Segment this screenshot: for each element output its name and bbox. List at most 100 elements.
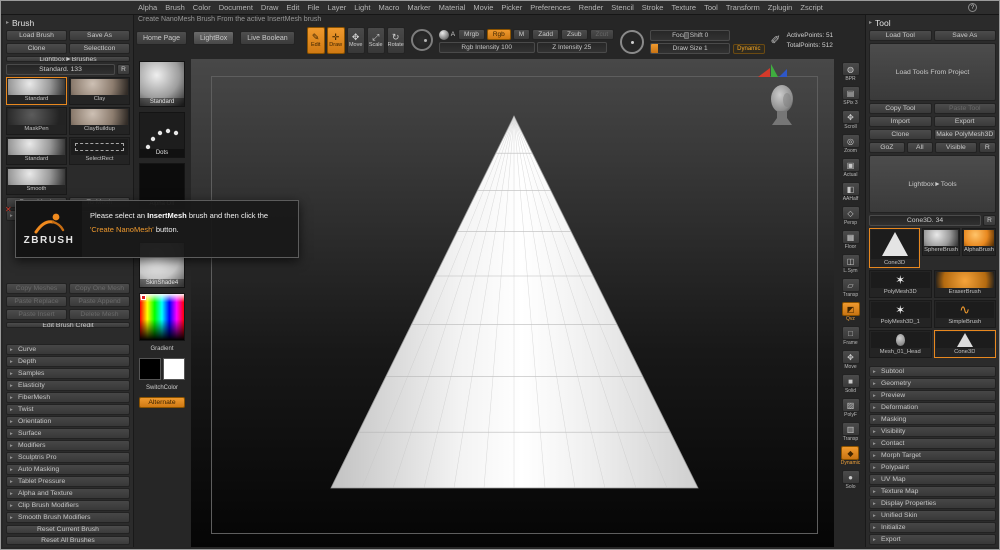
menu-item[interactable]: Movie (473, 3, 493, 12)
stylus-pressure-icon[interactable]: ✐ (771, 33, 781, 47)
export-button[interactable]: Export (934, 116, 997, 127)
tool-thumbnail[interactable]: AlphaBrush (962, 228, 996, 256)
tool-panel-title[interactable]: ▸ Tool (869, 17, 996, 28)
brush-section-header[interactable]: Alpha and Texture (6, 488, 130, 499)
live-boolean-button[interactable]: Live Boolean (240, 31, 294, 45)
brush-section-header[interactable]: Auto Masking (6, 464, 130, 475)
mesh-button[interactable]: Delete Mesh (69, 309, 130, 320)
head-preview[interactable] (762, 83, 802, 131)
shelf-move-button[interactable]: ✥Move (842, 350, 860, 370)
brush-section-header[interactable]: Tablet Pressure (6, 476, 130, 487)
menu-item[interactable]: Light (354, 3, 370, 12)
menu-item[interactable]: Color (193, 3, 211, 12)
tool-thumbnail[interactable]: ✶PolyMesh3D_1 (869, 300, 932, 328)
brush-select-slider[interactable]: Standard. 133 (6, 64, 115, 75)
brush-thumbnail[interactable]: Standard (6, 137, 67, 165)
axis-gizmo-icon[interactable] (758, 64, 788, 79)
tool-section-header[interactable]: Contact (869, 438, 996, 449)
shelf-solid-button[interactable]: ■Solid (842, 374, 860, 394)
edit-brush-credit-button[interactable]: Edit Brush Credit (6, 322, 130, 328)
brush-section-header[interactable]: Surface (6, 428, 130, 439)
clone-button[interactable]: Clone (6, 43, 67, 54)
brush-section-header[interactable]: FiberMesh (6, 392, 130, 403)
mode-move-button[interactable]: ✥Move (347, 27, 365, 54)
shelf-floor-button[interactable]: ▦Floor (842, 230, 860, 250)
mode-scale-button[interactable]: ⤢Scale (367, 27, 385, 54)
brush-section-header[interactable]: Curve (6, 344, 130, 355)
menu-item[interactable]: Zscript (800, 3, 823, 12)
menu-item[interactable]: Preferences (530, 3, 570, 12)
m-button[interactable]: M (513, 29, 530, 40)
mode-edit-button[interactable]: ✎Edit (307, 27, 325, 54)
menu-item[interactable]: Stroke (642, 3, 664, 12)
tool-r-button[interactable]: R (983, 215, 996, 226)
mesh-button[interactable]: Copy Meshes (6, 283, 67, 294)
brush-section-header[interactable]: Sculptris Pro (6, 452, 130, 463)
active-tool-thumbnail[interactable]: Cone3D (869, 228, 920, 268)
lightbox-button[interactable]: LightBox (193, 31, 234, 45)
switch-color-label[interactable]: SwitchColor (146, 385, 178, 392)
clone-tool-button[interactable]: Clone (869, 129, 932, 140)
document-canvas[interactable] (191, 59, 834, 547)
menu-item[interactable]: Brush (165, 3, 185, 12)
brush-section-header[interactable]: Smooth Brush Modifiers (6, 512, 130, 523)
brush-thumbnail[interactable]: MaskPen (6, 107, 67, 135)
reset-current-brush-button[interactable]: Reset Current Brush (6, 525, 130, 534)
lightbox-brushes-button[interactable]: Lightbox►Brushes (6, 56, 130, 62)
brush-section-header[interactable]: Depth (6, 356, 130, 367)
menu-item[interactable]: File (307, 3, 319, 12)
brush-panel-title[interactable]: ▸ Brush (6, 17, 130, 28)
tool-thumbnail[interactable]: EraserBrush (934, 270, 997, 298)
shelf-polyf-button[interactable]: ▨PolyF (842, 398, 860, 418)
tool-section-header[interactable]: Display Properties (869, 498, 996, 509)
material-sphere-icon[interactable] (439, 30, 449, 40)
menu-item[interactable]: Draw (261, 3, 279, 12)
menu-item[interactable]: Edit (286, 3, 299, 12)
shelf-frame-button[interactable]: □Frame (842, 326, 860, 346)
shelf-spix-3-button[interactable]: ▤SPix 3 (842, 86, 860, 106)
goz-visible-button[interactable]: Visible (935, 142, 977, 153)
reset-all-brushes-button[interactable]: Reset All Brushes (6, 536, 130, 545)
help-icon[interactable]: ? (968, 3, 977, 12)
mesh-button[interactable]: Paste Replace (6, 296, 67, 307)
shelf-actual-button[interactable]: ▣Actual (842, 158, 860, 178)
mode-draw-button[interactable]: ✛Draw (327, 27, 345, 54)
save-as-button[interactable]: Save As (69, 30, 130, 41)
current-stroke-thumbnail[interactable]: Dots (139, 112, 185, 158)
goz-r-button[interactable]: R (979, 142, 996, 153)
tool-thumbnail[interactable]: SphereBrush (922, 228, 960, 256)
mesh-button[interactable]: Paste Append (69, 296, 130, 307)
cone-3d-model[interactable] (191, 59, 834, 547)
tool-thumbnail[interactable]: Cone3D (934, 330, 997, 358)
draw-size-slider[interactable]: Draw Size 1 (650, 43, 730, 54)
brush-section-header[interactable]: Twist (6, 404, 130, 415)
menu-item[interactable]: Marker (407, 3, 430, 12)
tool-section-header[interactable]: Polypaint (869, 462, 996, 473)
tool-section-header[interactable]: Export (869, 534, 996, 545)
dynamic-toggle[interactable]: Dynamic (733, 44, 764, 54)
brush-section-header[interactable]: Elasticity (6, 380, 130, 391)
mesh-button[interactable]: Paste Insert (6, 309, 67, 320)
import-button[interactable]: Import (869, 116, 932, 127)
focal-shift-knob[interactable] (684, 32, 689, 39)
mode-rotate-button[interactable]: ↻Rotate (387, 27, 405, 54)
menu-item[interactable]: Material (439, 3, 466, 12)
load-tools-from-project-button[interactable]: Load Tools From Project (869, 43, 996, 101)
tool-section-header[interactable]: Visibility (869, 426, 996, 437)
menu-item[interactable]: Zplugin (768, 3, 793, 12)
tool-section-header[interactable]: Unified Skin (869, 510, 996, 521)
tool-section-header[interactable]: Geometry (869, 378, 996, 389)
current-brush-thumbnail[interactable]: Standard (139, 61, 185, 107)
shelf-l-sym-button[interactable]: ◫L.Sym (842, 254, 860, 274)
zadd-button[interactable]: Zadd (532, 29, 559, 40)
brush-thumbnail[interactable]: Standard (6, 77, 67, 105)
tool-thumbnail[interactable]: ∿SimpleBrush (934, 300, 997, 328)
select-icon-button[interactable]: SelectIcon (69, 43, 130, 54)
tool-section-header[interactable]: Deformation (869, 402, 996, 413)
tool-thumbnail[interactable]: Mesh_01_Head (869, 330, 932, 358)
brush-thumbnail[interactable]: Smooth (6, 167, 67, 195)
tool-section-header[interactable]: Preview (869, 390, 996, 401)
menu-item[interactable]: Document (219, 3, 253, 12)
menu-item[interactable]: Render (579, 3, 604, 12)
brush-thumbnail[interactable]: ClayBuildup (69, 107, 130, 135)
